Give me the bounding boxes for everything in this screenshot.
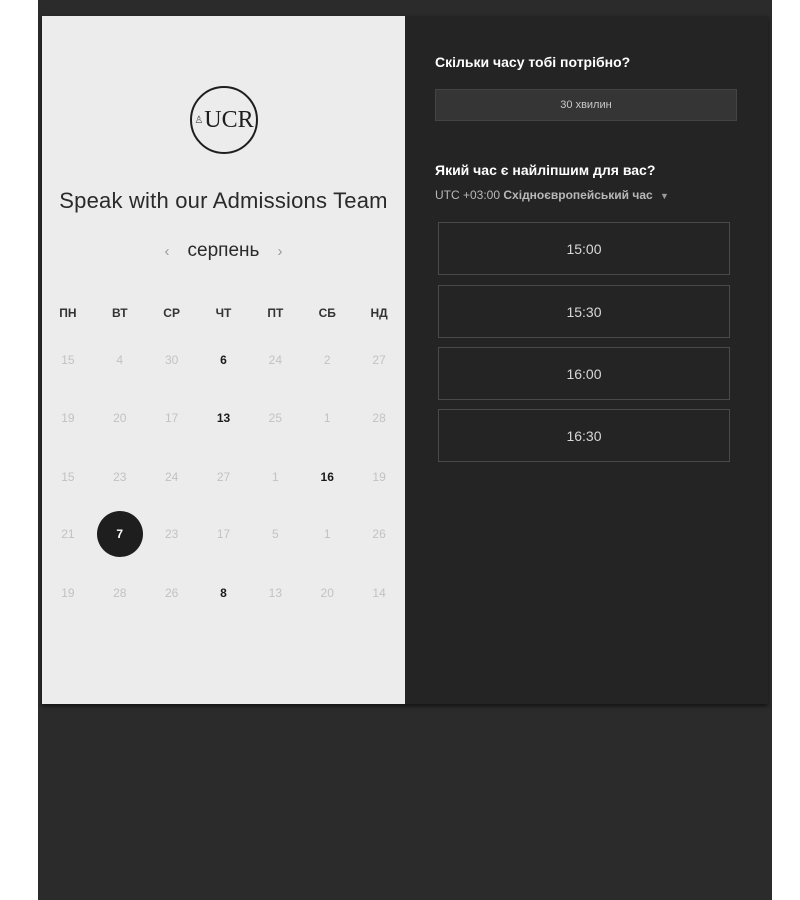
weekday-label: ВТ: [112, 306, 128, 320]
booking-widget: ♙ UCR Speak with our Admissions Team ‹ се…: [42, 16, 768, 704]
calendar-week: 15 23 24 27 1 16 19: [42, 467, 405, 487]
unavailable-day: 17: [216, 527, 231, 541]
unavailable-day: 24: [164, 470, 179, 484]
chevron-down-icon: ▼: [660, 191, 669, 201]
time-slot-button[interactable]: 16:00: [438, 347, 730, 400]
unavailable-day: 20: [320, 586, 334, 600]
unavailable-day: 4: [116, 353, 124, 367]
unavailable-day: 5: [272, 527, 279, 541]
weekday-header: ПН ВТ СР ЧТ ПТ СБ НД: [42, 306, 405, 320]
unavailable-day: 17: [164, 411, 179, 425]
weekday-label: ЧТ: [215, 306, 232, 320]
weekday-label: ПТ: [267, 306, 284, 320]
next-month-button[interactable]: ›: [277, 243, 282, 260]
unavailable-day: 24: [268, 353, 283, 367]
available-day[interactable]: 16: [301, 467, 353, 487]
weekday-label: НД: [370, 306, 388, 320]
unavailable-day: 19: [61, 586, 75, 600]
weekday-label: ПН: [59, 306, 77, 320]
calendar-week: 15 4 30 6 24 2 27: [42, 350, 405, 370]
ucr-logo: ♙ UCR: [190, 86, 258, 154]
calendar-week: 21 7 23 17 5 1 26: [42, 524, 405, 544]
month-navigation: ‹ серпень ›: [42, 240, 405, 262]
duration-question: Скільки часу тобі потрібно?: [435, 54, 631, 70]
selected-day-label: 7: [116, 527, 124, 541]
page-title: Speak with our Admissions Team: [59, 188, 388, 213]
available-day[interactable]: 13: [198, 408, 250, 428]
weekday-label: СБ: [318, 306, 336, 320]
unavailable-day: 28: [113, 586, 127, 600]
unavailable-day: 14: [372, 586, 386, 600]
unavailable-day: 1: [272, 470, 279, 484]
time-question: Який час є найліпшим для вас?: [435, 162, 656, 178]
timezone-offset: UTC +03:00: [435, 188, 501, 202]
unavailable-day: 1: [323, 527, 331, 541]
unavailable-day: 23: [164, 527, 179, 541]
calendar-panel: ♙ UCR Speak with our Admissions Team ‹ се…: [42, 16, 405, 704]
calendar-week: 19 20 17 13 25 1 28: [42, 408, 405, 428]
unavailable-day: 23: [113, 470, 127, 484]
unavailable-day: 21: [61, 527, 75, 541]
available-day[interactable]: 6: [198, 350, 250, 370]
unavailable-day: 25: [268, 411, 283, 425]
time-slot-button[interactable]: 15:00: [438, 222, 730, 275]
selected-day[interactable]: 7: [94, 524, 146, 544]
available-day[interactable]: 8: [198, 583, 250, 603]
timezone-name: Східноєвропейський час: [503, 188, 653, 202]
unavailable-day: 2: [323, 353, 331, 367]
time-panel: Скільки часу тобі потрібно? 30 хвилин Як…: [405, 16, 768, 704]
calendar-week: 19 28 26 8 13 20 14: [42, 583, 405, 603]
unavailable-day: 27: [372, 353, 386, 367]
unavailable-day: 30: [164, 353, 179, 367]
unavailable-day: 20: [113, 411, 127, 425]
unavailable-day: 15: [61, 470, 75, 484]
time-slot-button[interactable]: 16:30: [438, 409, 730, 462]
unavailable-day: 19: [61, 411, 75, 425]
unavailable-day: 1: [323, 411, 331, 425]
unavailable-day: 26: [164, 586, 179, 600]
weekday-label: СР: [163, 306, 180, 320]
unavailable-day: 13: [268, 586, 283, 600]
unavailable-day: 27: [216, 470, 231, 484]
time-slot-button[interactable]: 15:30: [438, 285, 730, 338]
unavailable-day: 26: [372, 527, 386, 541]
unavailable-day: 28: [372, 411, 386, 425]
unavailable-day: 19: [372, 470, 386, 484]
month-label: серпень: [187, 240, 260, 261]
prev-month-button[interactable]: ‹: [165, 243, 170, 260]
timezone-select[interactable]: UTC +03:00 Східноєвропейський час ▼: [435, 188, 669, 202]
duration-select[interactable]: 30 хвилин: [435, 89, 737, 121]
duration-value: 30 хвилин: [560, 99, 612, 111]
unavailable-day: 15: [61, 353, 75, 367]
